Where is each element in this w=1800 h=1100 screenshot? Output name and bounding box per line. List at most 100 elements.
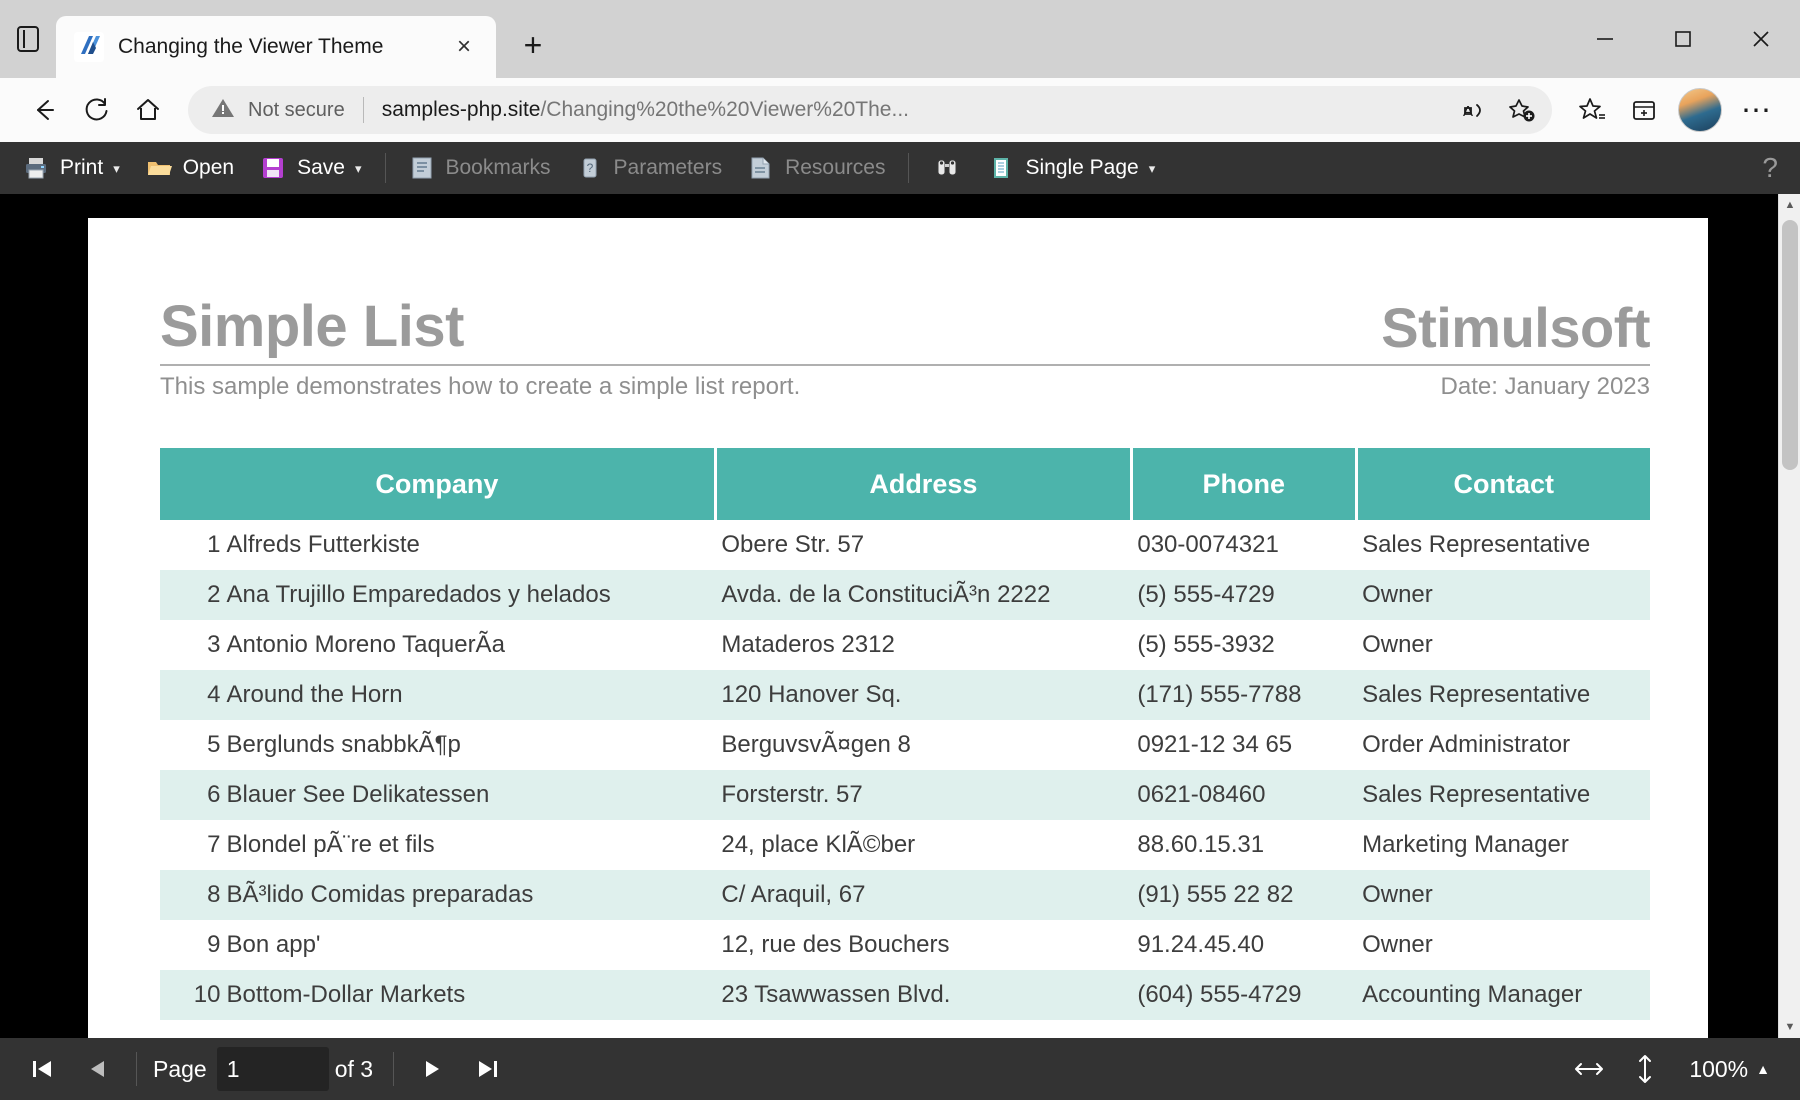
- toolbar-resources-button[interactable]: Resources: [735, 142, 898, 194]
- chevron-down-icon[interactable]: ▾: [113, 162, 120, 175]
- settings-and-more-button[interactable]: ⋯: [1730, 84, 1782, 136]
- chevron-down-icon[interactable]: ▾: [355, 162, 362, 175]
- refresh-icon[interactable]: [70, 84, 122, 136]
- report-header-rule: [160, 364, 1650, 366]
- close-icon[interactable]: [1722, 0, 1800, 78]
- table-row: 2 Ana Trujillo Emparedados y helados Avda.…: [160, 570, 1650, 620]
- cell-row-number: 2: [160, 570, 221, 620]
- home-icon[interactable]: [122, 84, 174, 136]
- folder-icon: [146, 155, 172, 181]
- cell-row-number: 3: [207, 631, 221, 658]
- cell-contact: Sales Representative: [1362, 531, 1591, 558]
- scroll-down-icon[interactable]: ▼: [1779, 1016, 1800, 1038]
- table-row: 4 Around the Horn 120 Hanover Sq. (171) 555…: [160, 670, 1650, 720]
- toolbar-print-button[interactable]: Print ▾: [10, 142, 133, 194]
- favorites-icon[interactable]: [1566, 84, 1618, 136]
- read-aloud-icon[interactable]: A: [1452, 87, 1498, 133]
- toolbar-bookmarks-button[interactable]: Bookmarks: [396, 142, 564, 194]
- toolbar-help-button[interactable]: ?: [1762, 142, 1778, 194]
- cell-phone: 88.60.15.31: [1137, 831, 1265, 858]
- stimulsoft-logo-icon: [74, 32, 104, 62]
- url-text: samples-php.site/Changing%20the%20Viewer…: [382, 98, 1452, 122]
- column-header-address[interactable]: Address: [715, 448, 1133, 520]
- table-body: 1 Alfreds Futterkiste Obere Str. 57 030-007…: [160, 520, 1650, 1020]
- svg-text:?: ?: [586, 161, 593, 175]
- parameters-icon: ?: [577, 155, 603, 181]
- viewer-toolbar: Print ▾ Open Save ▾ Bookmarks ? Paramete…: [0, 142, 1800, 194]
- window-controls: [1566, 0, 1800, 78]
- save-disk-icon: [260, 155, 286, 181]
- table-row: 8 BÃ³lido Comidas preparadas C/ Araquil, 6…: [160, 870, 1650, 920]
- toolbar-parameters-label: Parameters: [613, 156, 723, 179]
- cell-contact: Order Administrator: [1362, 731, 1571, 758]
- cell-address: BerguvsvÃ¤gen 8: [721, 731, 911, 758]
- report-brand: Stimulsoft: [1381, 296, 1650, 359]
- browser-tab[interactable]: Changing the Viewer Theme ×: [56, 16, 496, 78]
- cell-address: Obere Str. 57: [721, 531, 865, 558]
- omnibox-divider: [362, 97, 364, 123]
- toolbar-save-button[interactable]: Save ▾: [247, 142, 374, 194]
- zoom-level-label[interactable]: 100%: [1689, 1056, 1748, 1083]
- cell-row-number: 5: [207, 731, 221, 758]
- previous-page-icon[interactable]: [70, 1041, 126, 1097]
- toolbar-open-button[interactable]: Open: [133, 142, 247, 194]
- statusbar-divider: [393, 1052, 395, 1086]
- cell-company: Bottom-Dollar Markets: [220, 970, 716, 1020]
- cell-contact: Sales Representative: [1356, 770, 1650, 820]
- chevron-down-icon[interactable]: ▾: [1149, 162, 1156, 175]
- toolbar-parameters-button[interactable]: ? Parameters: [564, 142, 736, 194]
- chevron-up-icon[interactable]: ▲: [1756, 1061, 1770, 1077]
- table-row: 5 Berglunds snabbkÃ¶p BerguvsvÃ¤gen 8 0921-…: [160, 720, 1650, 770]
- page-label: Page: [153, 1055, 207, 1082]
- address-bar[interactable]: Not secure samples-php.site/Changing%20t…: [188, 86, 1552, 134]
- page-number-input[interactable]: [216, 1047, 329, 1091]
- cell-contact: Sales Representative: [1356, 670, 1650, 720]
- collections-icon[interactable]: [1618, 84, 1670, 136]
- fit-width-icon[interactable]: [1561, 1041, 1617, 1097]
- maximize-icon[interactable]: [1644, 0, 1722, 78]
- toolbar-divider: [908, 153, 910, 183]
- report-title: Simple List: [160, 294, 464, 359]
- last-page-icon[interactable]: [460, 1041, 516, 1097]
- cell-row-number: 9: [207, 931, 221, 958]
- report-subheader: This sample demonstrates how to create a…: [160, 373, 1650, 401]
- scrollbar-thumb[interactable]: [1782, 220, 1798, 470]
- scroll-up-icon[interactable]: ▲: [1779, 194, 1800, 216]
- toolbar-open-label: Open: [182, 156, 235, 179]
- new-tab-button[interactable]: +: [510, 22, 556, 68]
- security-status-label: Not secure: [248, 98, 345, 121]
- cell-address: Mataderos 2312: [721, 631, 895, 658]
- viewer-status-bar: Page of 3 100% ▲: [0, 1038, 1800, 1100]
- cell-contact: Marketing Manager: [1362, 831, 1569, 858]
- cell-phone: (91) 555 22 82: [1131, 870, 1357, 920]
- statusbar-divider: [136, 1052, 137, 1086]
- next-page-icon[interactable]: [404, 1041, 460, 1097]
- minimize-icon[interactable]: [1566, 0, 1644, 78]
- toolbar-view-mode-label: Single Page: [1025, 156, 1139, 179]
- single-page-icon: [988, 155, 1014, 181]
- cell-contact: Accounting Manager: [1356, 970, 1650, 1020]
- cell-address: Forsterstr. 57: [715, 770, 1132, 820]
- profile-avatar[interactable]: [1678, 88, 1722, 132]
- toolbar-view-mode-button[interactable]: Single Page ▾: [975, 142, 1168, 194]
- tab-actions-button[interactable]: [0, 0, 56, 78]
- report-date: Date: January 2023: [1440, 373, 1650, 400]
- cell-address: 12, rue des Bouchers: [721, 931, 950, 958]
- add-to-collections-icon[interactable]: [1498, 87, 1544, 133]
- table-header-row: Company Address Phone Contact: [160, 448, 1650, 520]
- back-arrow-icon[interactable]: [18, 84, 70, 136]
- column-header-contact[interactable]: Contact: [1356, 448, 1650, 520]
- viewer-scrollbar[interactable]: ▲ ▼: [1778, 194, 1800, 1038]
- split-screen-icon: [17, 26, 39, 52]
- column-header-phone[interactable]: Phone: [1131, 448, 1358, 520]
- cell-address: Avda. de la ConstituciÃ³n 2222: [715, 570, 1132, 620]
- bookmarks-icon: [409, 155, 435, 181]
- first-page-icon[interactable]: [14, 1041, 70, 1097]
- toolbar-find-button[interactable]: [919, 142, 975, 194]
- cell-company: Blauer See Delikatessen: [220, 770, 716, 820]
- cell-phone: 030-0074321: [1137, 531, 1279, 558]
- table-row: 1 Alfreds Futterkiste Obere Str. 57 030-007…: [160, 520, 1650, 570]
- fit-height-icon[interactable]: [1617, 1041, 1673, 1097]
- column-header-company[interactable]: Company: [160, 448, 717, 520]
- tab-close-button[interactable]: ×: [446, 29, 482, 65]
